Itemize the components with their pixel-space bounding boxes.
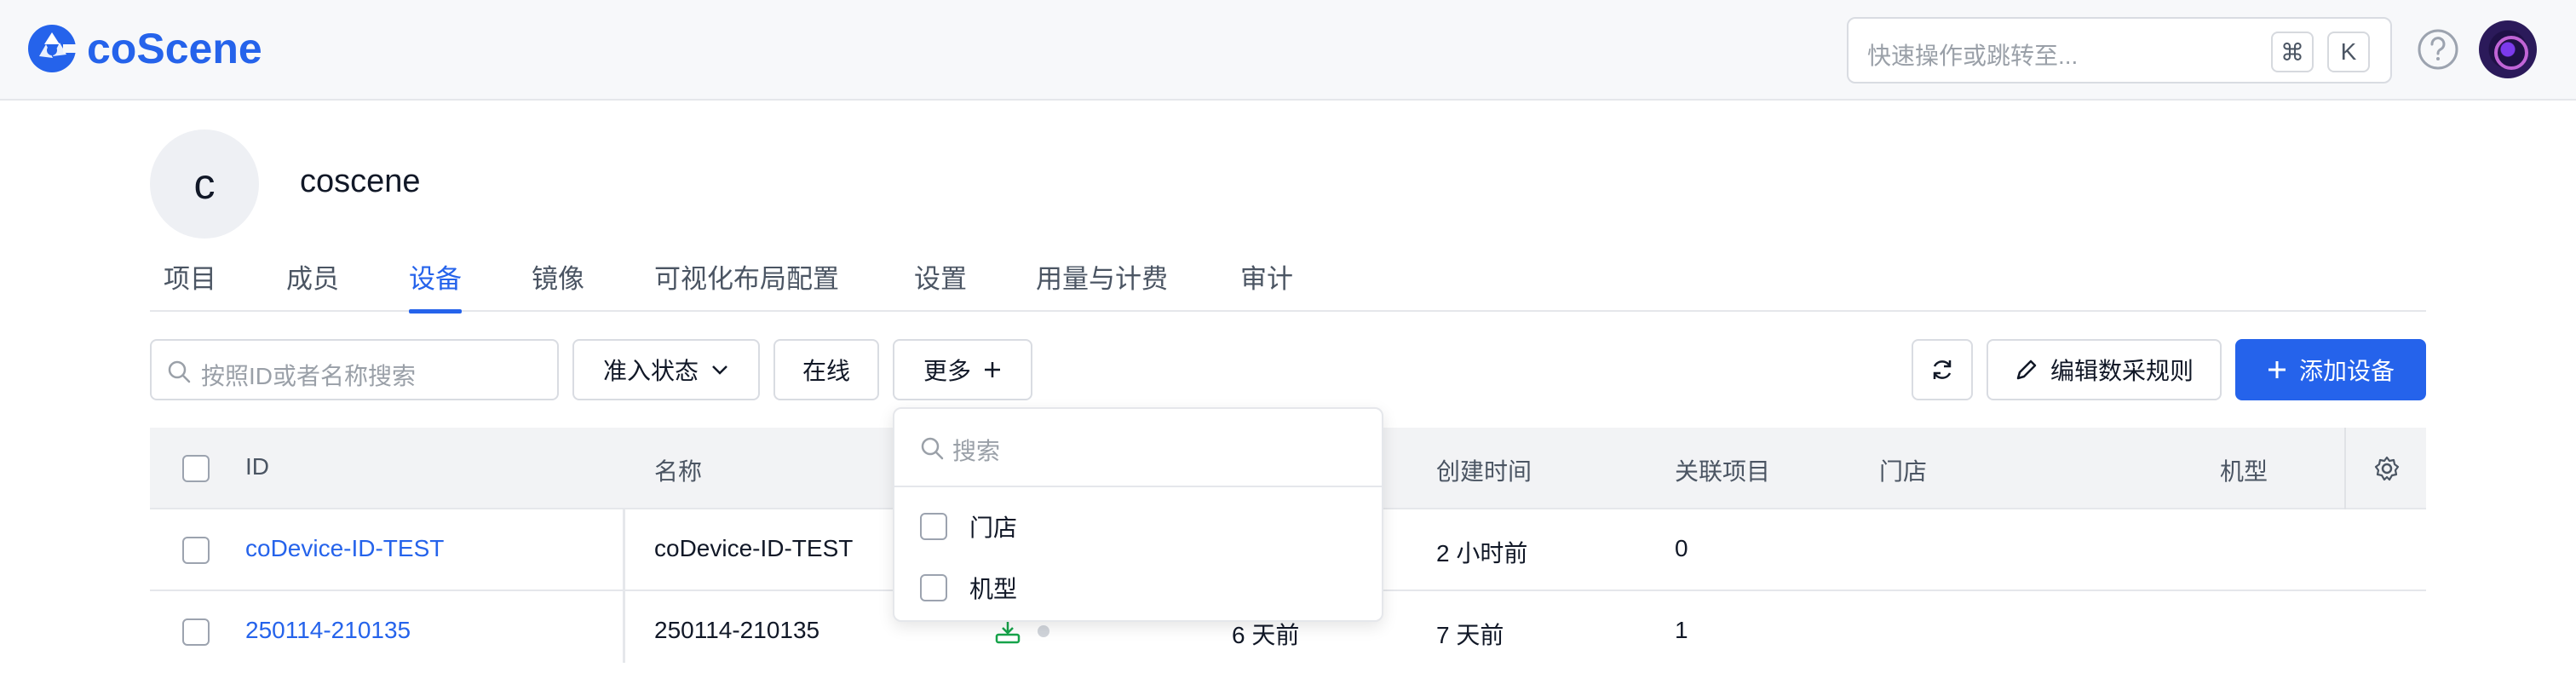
cmd-key: ⌘ [2271, 32, 2314, 72]
filter-option-store[interactable]: 门店 [920, 501, 1017, 552]
column-store[interactable]: 门店 [1879, 453, 1927, 487]
dropdown-search-input[interactable]: 搜索 [894, 409, 1382, 487]
top-bar: coScene 快速操作或跳转至... ⌘ K [0, 0, 2576, 101]
device-search-input[interactable]: 按照ID或者名称搜索 [150, 339, 559, 400]
option-checkbox[interactable] [920, 513, 947, 540]
select-all-checkbox[interactable] [182, 455, 210, 482]
column-projects[interactable]: 关联项目 [1675, 453, 1770, 487]
dropdown-search-placeholder: 搜索 [952, 438, 1001, 464]
row-checkbox[interactable] [182, 537, 210, 564]
column-divider [2344, 428, 2346, 509]
add-device-label: 添加设备 [2298, 358, 2395, 384]
org-avatar: c [150, 129, 259, 239]
status-filter-button[interactable]: 准入状态 [572, 339, 760, 400]
column-created[interactable]: 创建时间 [1436, 453, 1532, 487]
tab-images[interactable]: 镜像 [532, 257, 584, 312]
tab-usage-billing[interactable]: 用量与计费 [1036, 257, 1168, 312]
status-filter-label: 准入状态 [602, 358, 699, 384]
user-avatar[interactable] [2479, 20, 2537, 78]
org-tabs: 项目 成员 设备 镜像 可视化布局配置 设置 用量与计费 审计 [150, 252, 2426, 313]
search-placeholder: 按照ID或者名称搜索 [201, 363, 417, 389]
more-filters-label: 更多 [923, 358, 971, 384]
coscene-logo-icon [28, 25, 78, 72]
help-icon[interactable] [2416, 27, 2460, 72]
pencil-icon [2016, 360, 2037, 380]
tab-projects[interactable]: 项目 [164, 257, 216, 312]
plus-icon [2268, 361, 2286, 378]
device-last-seen: 6 天前 [1232, 622, 1300, 648]
filter-option-model[interactable]: 机型 [920, 562, 1017, 613]
column-settings-icon[interactable] [2373, 455, 2401, 482]
chevron-down-icon [712, 365, 727, 375]
device-id-link[interactable]: coDevice-ID-TEST [245, 535, 444, 562]
tab-devices[interactable]: 设备 [409, 257, 462, 313]
tab-members[interactable]: 成员 [286, 257, 339, 312]
search-icon [168, 360, 191, 383]
device-created: 2 小时前 [1436, 540, 1528, 567]
logo[interactable]: coScene [26, 22, 262, 75]
refresh-icon [1933, 360, 1952, 379]
device-id-link[interactable]: 250114-210135 [245, 617, 411, 644]
edit-collection-rules-label: 编辑数采规则 [2050, 358, 2194, 384]
option-checkbox[interactable] [920, 574, 947, 601]
device-projects: 0 [1675, 535, 1688, 561]
option-label: 机型 [969, 576, 1018, 602]
command-search[interactable]: 快速操作或跳转至... ⌘ K [1847, 17, 2392, 83]
tab-settings[interactable]: 设置 [914, 257, 967, 312]
add-device-button[interactable]: 添加设备 [2235, 339, 2426, 400]
device-name: coDevice-ID-TEST [654, 535, 854, 561]
plus-icon [985, 362, 1000, 377]
tab-audit[interactable]: 审计 [1240, 257, 1293, 312]
row-checkbox[interactable] [182, 618, 210, 646]
search-icon [921, 437, 944, 460]
column-id[interactable]: ID [245, 453, 269, 480]
k-key: K [2327, 32, 2370, 72]
device-projects: 1 [1675, 617, 1688, 643]
more-filters-dropdown: 搜索 门店 机型 [893, 407, 1383, 622]
org-name: coscene [300, 164, 421, 199]
online-status-dot [1038, 625, 1049, 637]
online-filter-label: 在线 [802, 358, 850, 384]
command-search-placeholder: 快速操作或跳转至... [1867, 43, 2079, 69]
device-created: 7 天前 [1436, 622, 1504, 648]
frozen-column-divider [623, 509, 625, 663]
option-label: 门店 [969, 515, 1018, 541]
brand-name: coScene [87, 25, 262, 72]
tab-layout-config[interactable]: 可视化布局配置 [654, 257, 839, 312]
online-filter-button[interactable]: 在线 [773, 339, 879, 400]
refresh-button[interactable] [1912, 339, 1973, 400]
column-name[interactable]: 名称 [654, 453, 702, 487]
column-model[interactable]: 机型 [2220, 453, 2268, 487]
more-filters-button[interactable]: 更多 [893, 339, 1032, 400]
device-name: 250114-210135 [654, 617, 820, 643]
edit-collection-rules-button[interactable]: 编辑数采规则 [1987, 339, 2222, 400]
